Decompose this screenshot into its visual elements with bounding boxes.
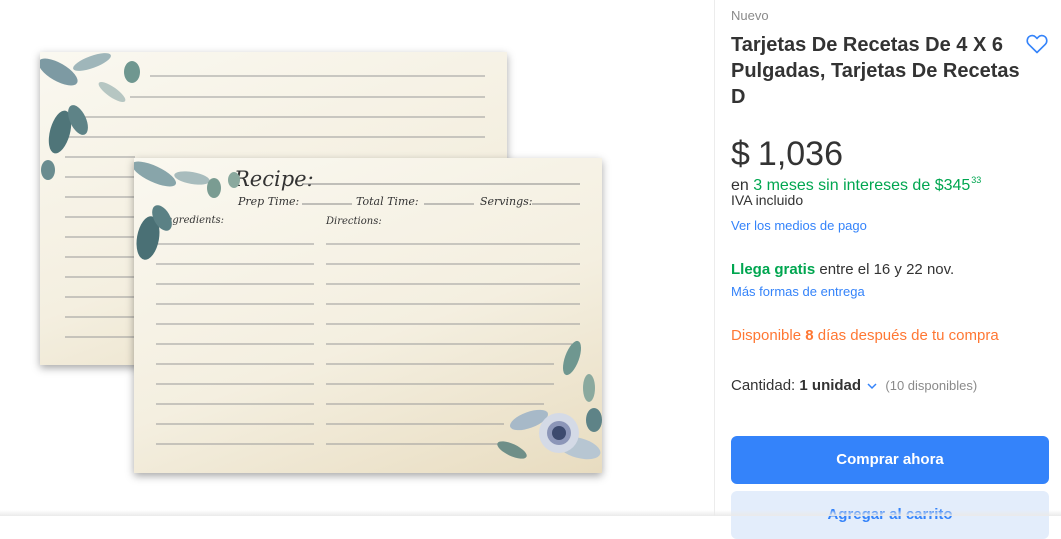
product-title: Tarjetas De Recetas De 4 X 6 Pulgadas, T… <box>731 34 1020 108</box>
servings-label: Servings: <box>480 195 533 208</box>
payment-methods-link[interactable]: Ver los medios de pago <box>731 218 867 233</box>
quantity-label: Cantidad: <box>731 377 796 394</box>
quantity-value: 1 unidad <box>799 377 862 394</box>
product-image-gallery[interactable]: Recipe: Prep Time: Total Time: Servings:… <box>0 0 714 516</box>
heart-icon[interactable] <box>1025 32 1049 56</box>
writing-lines <box>156 243 580 445</box>
quantity-available: (10 disponibles) <box>885 378 978 393</box>
price-currency: $ <box>731 135 750 173</box>
column-divider <box>714 0 715 516</box>
shipping-dates: entre el 16 y 22 nov. <box>819 261 955 278</box>
availability-prefix: Disponible <box>731 327 802 344</box>
prep-time-label: Prep Time: <box>237 195 299 208</box>
directions-label: Directions: <box>325 216 382 227</box>
installments-amount: 345 <box>943 177 971 194</box>
bottom-edge-shadow <box>0 510 1061 516</box>
free-shipping-label: Llega gratis <box>731 261 816 278</box>
price-amount: 1,036 <box>757 135 844 173</box>
installments-currency: $ <box>934 177 944 194</box>
eucalyptus-leaves-decoration <box>40 53 140 180</box>
chevron-down-icon <box>867 377 877 390</box>
installments-cents: 33 <box>971 175 982 185</box>
recipe-card-front-image: Recipe: Prep Time: Total Time: Servings:… <box>134 158 602 473</box>
flower-decoration <box>497 340 602 460</box>
product-price: $1,036 <box>731 135 843 174</box>
recipe-card-front-art: Recipe: Prep Time: Total Time: Servings:… <box>134 161 602 460</box>
recipe-label: Recipe: <box>233 167 314 191</box>
total-time-label: Total Time: <box>356 195 419 208</box>
product-condition: Nuevo <box>731 8 769 23</box>
more-shipping-options-link[interactable]: Más formas de entrega <box>731 284 865 299</box>
availability-suffix: días después de tu compra <box>817 327 999 344</box>
buy-now-button[interactable]: Comprar ahora <box>731 436 1049 484</box>
eucalyptus-leaves-decoration <box>134 161 240 260</box>
quantity-selector[interactable]: Cantidad: 1 unidad (10 disponibles) <box>731 377 977 394</box>
availability-days: 8 <box>805 327 814 344</box>
availability-info: Disponible 8 días después de tu compra <box>731 327 999 344</box>
tax-note: IVA incluido <box>731 192 804 208</box>
shipping-info: Llega gratis entre el 16 y 22 nov. <box>731 261 954 278</box>
